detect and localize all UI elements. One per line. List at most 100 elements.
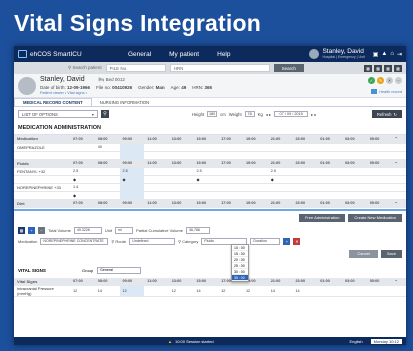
- grid-cell[interactable]: ◆: [267, 175, 293, 184]
- prev-icon[interactable]: ◂ ▸: [266, 112, 271, 117]
- add-duration-icon[interactable]: +: [283, 237, 291, 245]
- grid-cell[interactable]: [119, 143, 145, 152]
- grid-cell[interactable]: 12: [119, 285, 145, 297]
- grid-cell[interactable]: [292, 183, 318, 192]
- collapse-icon[interactable]: ⌃: [391, 159, 406, 168]
- grid-cell[interactable]: [218, 167, 243, 176]
- grid-cell[interactable]: [144, 143, 169, 152]
- tab-medical-record[interactable]: MEDICAL RECORD CONTENT: [14, 98, 92, 106]
- grid-cell[interactable]: [168, 143, 194, 152]
- calendar-icon[interactable]: ▦: [18, 226, 25, 234]
- grid-cell[interactable]: [193, 151, 219, 160]
- unit-select[interactable]: ml: [115, 226, 134, 234]
- grid-cell[interactable]: [168, 151, 194, 160]
- grid-cell[interactable]: [168, 191, 194, 200]
- grid-cell[interactable]: [341, 151, 367, 160]
- grid-cell[interactable]: [366, 285, 392, 297]
- search-button[interactable]: Search: [273, 64, 304, 72]
- grid-cell[interactable]: 1.4: [70, 183, 95, 192]
- grid-cell[interactable]: [366, 175, 392, 184]
- time-dropdown[interactable]: 10 : 00 15 : 00 20 : 00 25 : 00 30 : 00 35 : …: [231, 244, 249, 282]
- grid-icon[interactable]: ▦: [384, 64, 392, 72]
- grid-cell[interactable]: [168, 175, 194, 184]
- grid-cell[interactable]: 2.5: [70, 167, 95, 176]
- grid-cell[interactable]: [94, 183, 120, 192]
- grid-icon[interactable]: ▦: [394, 64, 402, 72]
- nav-help[interactable]: Help: [217, 51, 230, 58]
- grid-cell[interactable]: [119, 191, 145, 200]
- language-selector[interactable]: English: [350, 339, 363, 344]
- time-option[interactable]: 35 : 00: [232, 275, 248, 281]
- grid-cell[interactable]: [366, 143, 392, 152]
- health-record-link[interactable]: Health record: [371, 89, 402, 94]
- grid-cell[interactable]: [218, 175, 243, 184]
- group-select[interactable]: General: [97, 266, 142, 274]
- home-icon[interactable]: ⌂: [390, 51, 394, 58]
- grid-cell[interactable]: [193, 143, 219, 152]
- cancel-button[interactable]: Cancel: [349, 249, 378, 258]
- grid-cell[interactable]: [94, 175, 120, 184]
- grid-cell[interactable]: [341, 143, 367, 152]
- grid-cell[interactable]: ◆: [70, 191, 95, 200]
- grid-cell[interactable]: [70, 151, 95, 160]
- grid-cell[interactable]: [144, 183, 169, 192]
- grid-cell[interactable]: 14: [292, 285, 318, 297]
- add-icon[interactable]: +: [28, 226, 35, 234]
- grid-cell[interactable]: [218, 151, 243, 160]
- grid-cell[interactable]: [317, 183, 342, 192]
- file-number-input[interactable]: FILE No.: [105, 64, 166, 72]
- grid-cell[interactable]: [119, 151, 145, 160]
- grid-cell[interactable]: 12: [70, 285, 95, 297]
- grid-cell[interactable]: [317, 285, 342, 297]
- close-icon[interactable]: ✕: [386, 77, 393, 84]
- bell-icon[interactable]: ▲: [381, 51, 387, 58]
- create-medication-button[interactable]: Create New Medication: [348, 213, 402, 222]
- grid-cell[interactable]: 2.5: [119, 167, 145, 176]
- check-icon[interactable]: ✓: [368, 77, 375, 84]
- grid-cell[interactable]: [341, 175, 367, 184]
- lock-icon[interactable]: ▣: [373, 51, 379, 58]
- grid-cell[interactable]: [341, 285, 367, 297]
- grid-cell[interactable]: [292, 191, 318, 200]
- grid-cell[interactable]: [94, 151, 120, 160]
- grid-icon[interactable]: ▦: [364, 64, 372, 72]
- grid-cell[interactable]: [168, 167, 194, 176]
- weight-input[interactable]: 78: [244, 111, 255, 117]
- grid-cell[interactable]: [242, 183, 268, 192]
- grid-cell[interactable]: 14: [94, 285, 120, 297]
- more-icon[interactable]: ⋯: [395, 77, 402, 84]
- grid-cell[interactable]: ◆: [193, 175, 219, 184]
- collapse-icon[interactable]: ⌃: [391, 135, 406, 144]
- total-volume-input[interactable]: 49.3226: [73, 226, 102, 234]
- date-picker[interactable]: 07 / 09 / 2015: [274, 111, 309, 117]
- search-icon[interactable]: ⚲: [101, 110, 109, 118]
- grid-cell[interactable]: 14: [267, 285, 293, 297]
- collapse-icon[interactable]: ⌃: [391, 199, 406, 208]
- grid-cell[interactable]: 14: [193, 285, 219, 297]
- edit-icon[interactable]: ✎: [377, 77, 384, 84]
- grid-cell[interactable]: [267, 191, 293, 200]
- grid-cell[interactable]: [317, 191, 342, 200]
- grid-cell[interactable]: [218, 191, 243, 200]
- save-button[interactable]: Save: [380, 249, 402, 258]
- grid-cell[interactable]: [366, 183, 392, 192]
- grid-cell[interactable]: [193, 183, 219, 192]
- app-logo[interactable]: ehCOS SmartICU: [18, 50, 118, 58]
- next-icon[interactable]: ▸ ▸: [311, 112, 316, 117]
- grid-cell[interactable]: [242, 167, 268, 176]
- grid-cell[interactable]: 12: [168, 285, 194, 297]
- grid-cell[interactable]: [94, 167, 120, 176]
- patient-viewer-link[interactable]: Patient viewer • Vital signs •: [40, 91, 212, 95]
- grid-cell[interactable]: [292, 143, 318, 152]
- grid-cell[interactable]: [341, 183, 367, 192]
- grid-cell[interactable]: [317, 167, 342, 176]
- collapse-icon[interactable]: ⌃: [391, 277, 406, 286]
- grid-cell[interactable]: [267, 151, 293, 160]
- grid-icon[interactable]: ▦: [374, 64, 382, 72]
- grid-cell[interactable]: [292, 151, 318, 160]
- remove-icon[interactable]: −: [38, 226, 45, 234]
- grid-cell[interactable]: [94, 191, 120, 200]
- nav-general[interactable]: General: [128, 51, 151, 58]
- grid-cell[interactable]: [267, 143, 293, 152]
- grid-cell[interactable]: [193, 191, 219, 200]
